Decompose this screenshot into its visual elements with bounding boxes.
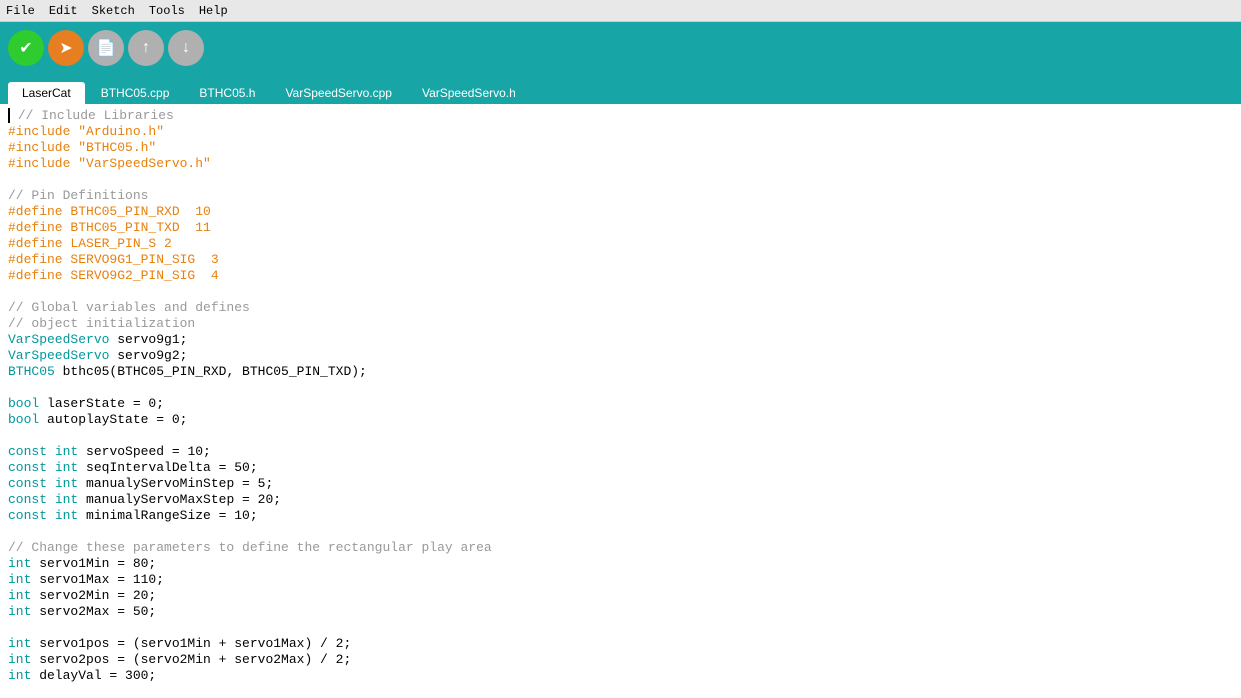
menu-help[interactable]: Help	[199, 4, 228, 18]
verify-button[interactable]: ✔	[8, 30, 44, 66]
code-line: bool laserState = 0;	[0, 396, 1241, 412]
code-line: // Include Libraries	[0, 108, 1241, 124]
code-line: #define SERVO9G1_PIN_SIG 3	[0, 252, 1241, 268]
toolbar: ✔ ➤ 📄 ↑ ↓	[0, 22, 1241, 74]
code-line: int servo2pos = (servo2Min + servo2Max) …	[0, 652, 1241, 668]
code-line: #include "BTHC05.h"	[0, 140, 1241, 156]
code-line	[0, 380, 1241, 396]
tabs-bar: LaserCat BTHC05.cpp BTHC05.h VarSpeedSer…	[0, 74, 1241, 104]
new-button[interactable]: 📄	[88, 30, 124, 66]
menu-file[interactable]: File	[6, 4, 35, 18]
code-line	[0, 284, 1241, 300]
code-line	[0, 524, 1241, 540]
code-line	[0, 172, 1241, 188]
menu-bar: File Edit Sketch Tools Help	[0, 0, 1241, 22]
code-line: const int servoSpeed = 10;	[0, 444, 1241, 460]
code-editor[interactable]: // Include Libraries#include "Arduino.h"…	[0, 104, 1241, 698]
code-line: #include "Arduino.h"	[0, 124, 1241, 140]
code-line: BTHC05 bthc05(BTHC05_PIN_RXD, BTHC05_PIN…	[0, 364, 1241, 380]
save-button[interactable]: ↓	[168, 30, 204, 66]
code-line: VarSpeedServo servo9g1;	[0, 332, 1241, 348]
code-line: int servo2Max = 50;	[0, 604, 1241, 620]
code-line: const int manualyServoMaxStep = 20;	[0, 492, 1241, 508]
code-line: int servo1Max = 110;	[0, 572, 1241, 588]
open-button[interactable]: ↑	[128, 30, 164, 66]
code-line: #define LASER_PIN_S 2	[0, 236, 1241, 252]
code-line: // Change these parameters to define the…	[0, 540, 1241, 556]
code-line: int delayVal = 300;	[0, 668, 1241, 684]
code-line: int servo1pos = (servo1Min + servo1Max) …	[0, 636, 1241, 652]
code-line	[0, 620, 1241, 636]
menu-tools[interactable]: Tools	[149, 4, 185, 18]
code-line: bool autoplayState = 0;	[0, 412, 1241, 428]
code-line	[0, 428, 1241, 444]
code-line: int servo2Min = 20;	[0, 588, 1241, 604]
code-line: const int manualyServoMinStep = 5;	[0, 476, 1241, 492]
tab-bthc05cpp[interactable]: BTHC05.cpp	[87, 82, 184, 104]
menu-sketch[interactable]: Sketch	[92, 4, 135, 18]
menu-edit[interactable]: Edit	[49, 4, 78, 18]
code-line: VarSpeedServo servo9g2;	[0, 348, 1241, 364]
code-line: #include "VarSpeedServo.h"	[0, 156, 1241, 172]
code-line: // Pin Definitions	[0, 188, 1241, 204]
code-line: const int seqIntervalDelta = 50;	[0, 460, 1241, 476]
code-line: #define BTHC05_PIN_RXD 10	[0, 204, 1241, 220]
code-line: // Global variables and defines	[0, 300, 1241, 316]
code-line: const int minimalRangeSize = 10;	[0, 508, 1241, 524]
code-line: int servo1Min = 80;	[0, 556, 1241, 572]
code-line: #define SERVO9G2_PIN_SIG 4	[0, 268, 1241, 284]
tab-varspeedservocpp[interactable]: VarSpeedServo.cpp	[271, 82, 406, 104]
tab-lasercat[interactable]: LaserCat	[8, 82, 85, 104]
tab-varspeedservoh[interactable]: VarSpeedServo.h	[408, 82, 530, 104]
code-line: #define BTHC05_PIN_TXD 11	[0, 220, 1241, 236]
code-line: // object initialization	[0, 316, 1241, 332]
upload-button[interactable]: ➤	[48, 30, 84, 66]
tab-bthc05h[interactable]: BTHC05.h	[185, 82, 269, 104]
